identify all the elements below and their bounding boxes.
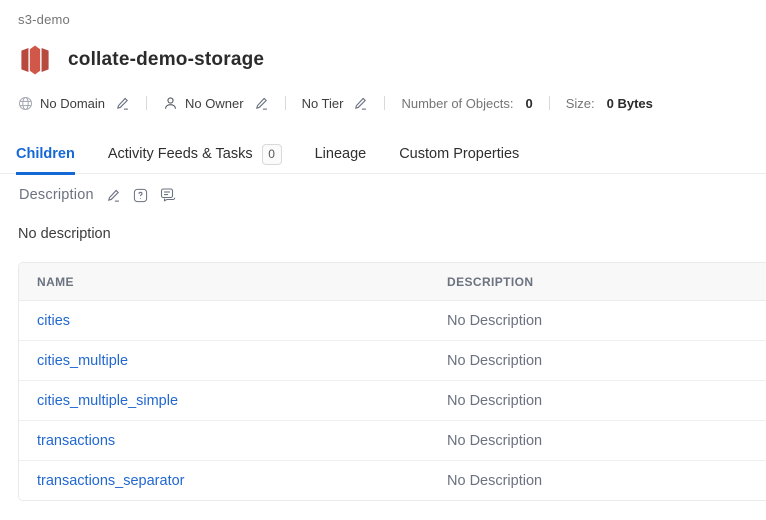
edit-description-pencil-icon[interactable]: [106, 188, 121, 203]
children-table: NAME DESCRIPTION cities No Description c…: [18, 262, 766, 501]
tab-lineage[interactable]: Lineage: [315, 134, 367, 174]
globe-icon: [18, 96, 33, 111]
table-body: cities No Description cities_multiple No…: [19, 301, 766, 500]
description-header: Description: [19, 187, 176, 203]
container-details-page: s3-demo collate-demo-storage No Domain: [0, 0, 766, 520]
owner-section: No Owner: [163, 96, 269, 111]
edit-owner-pencil-icon[interactable]: [254, 96, 269, 111]
objects-count-value: 0: [525, 96, 532, 111]
size-label: Size:: [566, 96, 595, 111]
child-link-cities-multiple-simple[interactable]: cities_multiple_simple: [37, 393, 178, 409]
tab-bar: Children Activity Feeds & Tasks 0 Lineag…: [0, 134, 766, 174]
table-row: cities_multiple No Description: [19, 341, 766, 381]
description-title: Description: [19, 187, 94, 203]
tier-section: No Tier: [302, 96, 369, 111]
objects-count-section: Number of Objects: 0: [401, 96, 532, 111]
tab-children[interactable]: Children: [16, 134, 75, 174]
tier-label: No Tier: [302, 96, 344, 111]
tab-custom-properties-label: Custom Properties: [399, 146, 519, 162]
child-link-cities-multiple[interactable]: cities_multiple: [37, 353, 128, 369]
title-row: collate-demo-storage: [20, 44, 264, 76]
child-description: No Description: [429, 421, 766, 460]
child-description: No Description: [429, 301, 766, 340]
size-value: 0 Bytes: [607, 96, 653, 111]
tab-lineage-label: Lineage: [315, 146, 367, 162]
meta-row: No Domain No Owner: [18, 92, 653, 114]
owner-label: No Owner: [185, 96, 244, 111]
divider: [549, 96, 550, 110]
child-description: No Description: [429, 461, 766, 500]
s3-bucket-icon: [20, 44, 50, 76]
size-section: Size: 0 Bytes: [566, 96, 653, 111]
divider: [285, 96, 286, 110]
child-link-cities[interactable]: cities: [37, 313, 70, 329]
tab-custom-properties[interactable]: Custom Properties: [399, 134, 519, 174]
edit-domain-pencil-icon[interactable]: [115, 96, 130, 111]
table-header: NAME DESCRIPTION: [19, 263, 766, 301]
table-row: transactions_separator No Description: [19, 461, 766, 500]
tab-children-label: Children: [16, 146, 75, 162]
column-header-name: NAME: [19, 263, 429, 300]
column-header-description: DESCRIPTION: [429, 263, 766, 300]
user-icon: [163, 96, 178, 111]
tab-activity-feeds-label: Activity Feeds & Tasks: [108, 146, 253, 162]
comments-icon[interactable]: [160, 187, 176, 203]
activity-count-badge: 0: [262, 144, 282, 165]
tab-activity-feeds[interactable]: Activity Feeds & Tasks 0: [108, 134, 282, 174]
child-link-transactions-separator[interactable]: transactions_separator: [37, 473, 185, 489]
table-row: cities_multiple_simple No Description: [19, 381, 766, 421]
description-empty-text: No description: [18, 226, 111, 242]
divider: [146, 96, 147, 110]
child-link-transactions[interactable]: transactions: [37, 433, 115, 449]
request-description-question-square-icon[interactable]: [133, 188, 148, 203]
table-row: transactions No Description: [19, 421, 766, 461]
domain-label: No Domain: [40, 96, 105, 111]
domain-section: No Domain: [18, 96, 130, 111]
table-row: cities No Description: [19, 301, 766, 341]
child-description: No Description: [429, 341, 766, 380]
child-description: No Description: [429, 381, 766, 420]
divider: [384, 96, 385, 110]
edit-tier-pencil-icon[interactable]: [353, 96, 368, 111]
objects-count-label: Number of Objects:: [401, 96, 513, 111]
page-title: collate-demo-storage: [68, 49, 264, 71]
breadcrumb[interactable]: s3-demo: [18, 12, 70, 27]
